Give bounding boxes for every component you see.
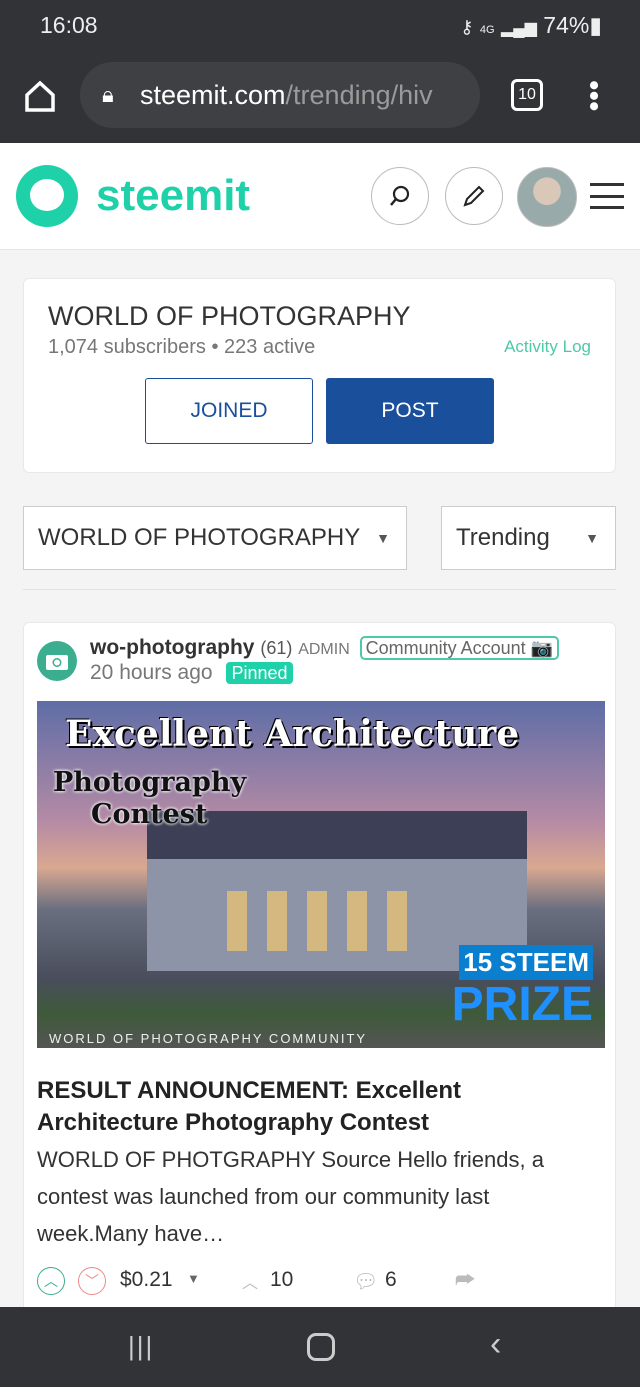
back-button[interactable]: ‹: [490, 1325, 501, 1364]
post-thumbnail[interactable]: Excellent Architecture Photography Conte…: [37, 701, 605, 1048]
post-card: wo-photography (61) ADMIN Community Acco…: [23, 622, 616, 1322]
post-excerpt[interactable]: WORLD OF PHOTGRAPHY Source Hello friends…: [37, 1141, 597, 1252]
subscriber-count: 1,074 subscribers: [48, 336, 206, 358]
camera-emoji-icon: 📷: [530, 638, 554, 658]
battery-icon: ▮: [589, 12, 602, 38]
home-button[interactable]: [307, 1333, 335, 1361]
upvote-button[interactable]: ︿: [37, 1267, 65, 1295]
author-role: ADMIN: [298, 641, 350, 658]
resteem-icon[interactable]: ⮫: [455, 1267, 475, 1293]
comment-count[interactable]: 6: [385, 1268, 397, 1292]
pinned-badge: Pinned: [226, 662, 293, 684]
community-select[interactable]: WORLD OF PHOTOGRAPHY ▼: [23, 506, 407, 570]
logo-text[interactable]: steemit: [96, 171, 250, 221]
author-avatar[interactable]: [37, 641, 77, 681]
home-icon[interactable]: [20, 74, 60, 118]
downvote-button[interactable]: ﹀: [78, 1267, 106, 1295]
post-button[interactable]: POST: [326, 378, 494, 444]
tabs-button[interactable]: 10: [511, 79, 543, 111]
camera-icon: [46, 655, 68, 670]
steemit-logo-icon[interactable]: [16, 165, 78, 227]
post-footer: ︿ ﹀ $0.21 ▼ ︿ 10 💬︎ 6 ⮫: [37, 1263, 597, 1299]
vote-count[interactable]: 10: [270, 1268, 293, 1292]
payout-dropdown-icon[interactable]: ▼: [187, 1271, 200, 1286]
search-button[interactable]: [371, 167, 429, 225]
clock: 16:08: [40, 12, 98, 38]
write-post-button[interactable]: [445, 167, 503, 225]
dropdown-arrow-icon: ▼: [376, 530, 390, 546]
status-bar: 16:08 ⚷ 4G ▂▄▆ 74%▮: [0, 0, 640, 50]
joined-button[interactable]: JOINED: [145, 378, 313, 444]
site-header: steemit: [0, 143, 640, 250]
key-icon: ⚷: [460, 17, 474, 37]
divider: [23, 589, 616, 590]
community-account-badge: Community Account 📷: [359, 636, 560, 660]
author-name[interactable]: wo-photography: [90, 636, 254, 659]
active-count: 223 active: [224, 336, 316, 358]
signal-icon: ▂▄▆: [500, 20, 537, 37]
activity-log-link[interactable]: Activity Log: [504, 337, 591, 357]
network-indicator: 4G: [479, 24, 495, 36]
author-reputation: (61): [260, 638, 293, 658]
recent-apps-button[interactable]: |||: [128, 1331, 154, 1362]
battery-level: 74%: [543, 12, 590, 38]
post-title[interactable]: RESULT ANNOUNCEMENT: Excellent Architect…: [37, 1075, 597, 1139]
browser-toolbar: 🔒︎ steemit.com/trending/hiv 10 •••: [0, 50, 640, 143]
vote-count-icon: ︿: [242, 1275, 259, 1292]
avatar[interactable]: [517, 167, 577, 227]
more-menu-icon[interactable]: •••: [577, 74, 610, 118]
community-title: WORLD OF PHOTOGRAPHY: [48, 301, 411, 331]
pencil-icon: [463, 185, 485, 207]
sort-select[interactable]: Trending ▼: [441, 506, 616, 570]
dropdown-arrow-icon: ▼: [585, 530, 599, 546]
android-nav-bar: ||| ‹: [0, 1307, 640, 1387]
lock-icon: 🔒︎: [102, 82, 114, 107]
post-time[interactable]: 20 hours ago: [90, 661, 213, 684]
payout-value[interactable]: $0.21: [120, 1268, 173, 1292]
comments-icon: 💬︎: [353, 1271, 379, 1293]
hamburger-menu-icon[interactable]: [590, 183, 624, 209]
community-card: WORLD OF PHOTOGRAPHY 1,074 subscribers •…: [23, 278, 616, 473]
search-icon: [390, 185, 410, 206]
url-bar[interactable]: 🔒︎ steemit.com/trending/hiv: [80, 62, 480, 128]
